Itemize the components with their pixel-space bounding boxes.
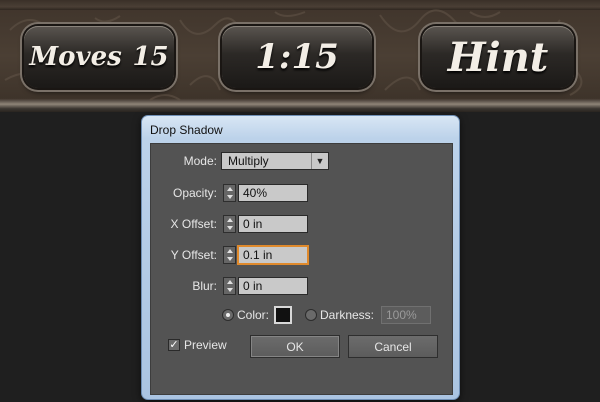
opacity-stepper[interactable] — [223, 184, 236, 202]
x-offset-stepper[interactable] — [223, 215, 236, 233]
dialog-title: Drop Shadow — [150, 123, 223, 137]
timer-value: 1:15 — [255, 37, 339, 77]
blur-label: Blur: — [192, 279, 217, 293]
hint-button[interactable]: Hint — [422, 26, 574, 88]
mode-select[interactable]: Multiply ▼ — [221, 152, 329, 170]
y-offset-stepper[interactable] — [223, 246, 236, 264]
y-offset-input[interactable]: 0.1 in — [238, 246, 308, 264]
color-swatch[interactable] — [274, 306, 292, 324]
color-label: Color: — [237, 308, 270, 322]
y-offset-label: Y Offset: — [170, 248, 217, 262]
ok-button[interactable]: OK — [250, 335, 340, 358]
timer-display: 1:15 — [222, 26, 372, 88]
x-offset-label: X Offset: — [170, 217, 217, 231]
x-offset-input[interactable]: 0 in — [238, 215, 308, 233]
darkness-label: Darkness: — [320, 308, 375, 322]
mode-value: Multiply — [228, 154, 269, 168]
drop-shadow-dialog: Drop Shadow Mode: Multiply ▼ Opacity: 40… — [141, 115, 460, 400]
opacity-input[interactable]: 40% — [238, 184, 308, 202]
color-radio[interactable] — [222, 309, 234, 321]
mode-label: Mode: — [183, 154, 217, 168]
blur-stepper[interactable] — [223, 277, 236, 295]
hint-label: Hint — [447, 33, 549, 81]
preview-checkbox[interactable]: ✓ — [168, 339, 180, 351]
moves-label: Moves — [29, 42, 122, 72]
darkness-input[interactable]: 100% — [381, 306, 431, 324]
preview-label: Preview — [184, 338, 227, 352]
chevron-down-icon[interactable]: ▼ — [311, 153, 328, 169]
moves-value: 15 — [132, 42, 169, 72]
moves-counter: Moves 15 — [24, 26, 174, 88]
opacity-label: Opacity: — [172, 186, 217, 200]
cancel-button[interactable]: Cancel — [348, 335, 438, 358]
game-banner: Moves 15 1:15 Hint — [0, 0, 600, 112]
blur-input[interactable]: 0 in — [238, 277, 308, 295]
dialog-body: Mode: Multiply ▼ Opacity: 40% X Offset: … — [150, 143, 453, 395]
darkness-radio[interactable] — [305, 309, 317, 321]
